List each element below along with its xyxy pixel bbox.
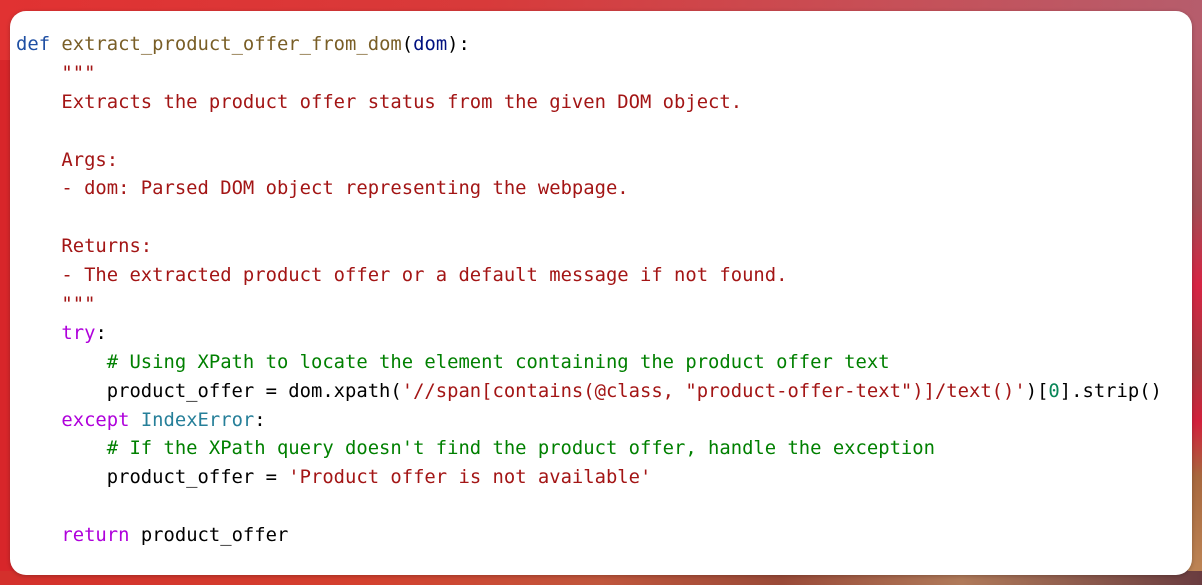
code-line: Returns: bbox=[16, 233, 1162, 262]
docstring-token: - The extracted product offer or a defau… bbox=[61, 265, 788, 287]
code-line: ​ bbox=[16, 493, 1162, 522]
comment-token: # If the XPath query doesn't find the pr… bbox=[106, 438, 935, 460]
code-line: ​ bbox=[16, 118, 1162, 147]
docstring-token: """ bbox=[61, 294, 96, 316]
keyword-token: def bbox=[16, 34, 51, 55]
code-token: ( bbox=[401, 34, 414, 55]
code-line: product_offer = dom.xpath('//span[contai… bbox=[16, 378, 1162, 407]
code-line: - dom: Parsed DOM object representing th… bbox=[16, 175, 1162, 204]
control-keyword-token: try bbox=[61, 322, 96, 344]
code-line: return product_offer bbox=[16, 522, 1162, 551]
control-keyword-token: return bbox=[61, 525, 130, 547]
code-line: product_offer = 'Product offer is not av… bbox=[16, 464, 1162, 493]
code-token: product_offer bbox=[129, 525, 289, 547]
code-token: product_offer = bbox=[106, 467, 289, 489]
string-token: 'Product offer is not available' bbox=[288, 467, 652, 489]
class-name-token: IndexError bbox=[140, 409, 255, 431]
docstring-token: """ bbox=[61, 62, 96, 84]
docstring-token: - dom: Parsed DOM object representing th… bbox=[61, 178, 629, 200]
code-line: """ bbox=[16, 60, 1162, 89]
code-token: product_offer = dom.xpath( bbox=[106, 380, 402, 402]
string-token: '//span[contains(@class, "product-offer-… bbox=[401, 380, 1026, 402]
docstring-token: Extracts the product offer status from t… bbox=[61, 91, 743, 113]
code-line: except IndexError: bbox=[16, 407, 1162, 436]
code-line: Args: bbox=[16, 147, 1162, 176]
code-line: # Using XPath to locate the element cont… bbox=[16, 349, 1162, 378]
code-card: def extract_product_offer_from_dom(dom):… bbox=[10, 11, 1192, 575]
control-keyword-token: except bbox=[61, 409, 130, 431]
code-line: ​ bbox=[16, 204, 1162, 233]
comment-token: # Using XPath to locate the element cont… bbox=[106, 351, 890, 373]
function-name-token: extract_product_offer_from_dom bbox=[61, 34, 402, 55]
number-token: 0 bbox=[1048, 380, 1060, 402]
code-token: )[ bbox=[1025, 380, 1049, 402]
code-line: # If the XPath query doesn't find the pr… bbox=[16, 435, 1162, 464]
docstring-token: Args: bbox=[61, 149, 119, 171]
code-token: ): bbox=[447, 34, 470, 55]
code-token: : bbox=[95, 322, 107, 344]
code-line: - The extracted product offer or a defau… bbox=[16, 262, 1162, 291]
code-line: def extract_product_offer_from_dom(dom): bbox=[16, 31, 1162, 60]
code-line: """ bbox=[16, 291, 1162, 320]
code-token: : bbox=[254, 409, 266, 431]
code-line: try: bbox=[16, 320, 1162, 349]
code-line: Extracts the product offer status from t… bbox=[16, 89, 1162, 118]
docstring-token: Returns: bbox=[61, 236, 153, 258]
code-block: def extract_product_offer_from_dom(dom):… bbox=[16, 31, 1162, 551]
code-token: ].strip() bbox=[1059, 380, 1162, 402]
parameter-token: dom bbox=[413, 34, 448, 55]
